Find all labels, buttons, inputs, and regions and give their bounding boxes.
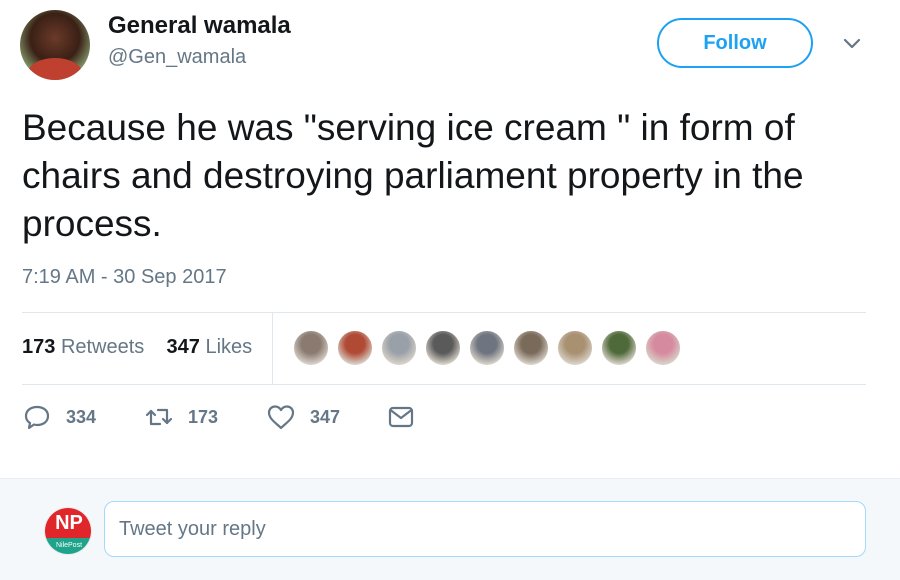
retweet-count: 173 xyxy=(188,406,219,427)
reply-input[interactable]: Tweet your reply xyxy=(104,501,866,557)
retweet-action[interactable]: 173 xyxy=(144,402,218,432)
retweets-label: Retweets xyxy=(60,336,145,358)
engagement-stats[interactable]: 173 Retweets 347 Likes xyxy=(22,336,252,359)
np-logo-subtext: NilePost xyxy=(45,538,91,554)
reply-placeholder: Tweet your reply xyxy=(119,517,266,540)
reply-icon xyxy=(24,405,50,430)
liker-avatar[interactable] xyxy=(600,329,638,367)
liker-avatar[interactable] xyxy=(336,329,374,367)
author-avatar[interactable] xyxy=(20,10,90,80)
likes-label: Likes xyxy=(205,336,253,358)
reply-action[interactable]: 334 xyxy=(22,402,96,432)
tweet-timestamp[interactable]: 7:19 AM - 30 Sep 2017 xyxy=(22,266,227,289)
np-logo-text: NP xyxy=(45,508,91,538)
author-handle[interactable]: @Gen_wamala xyxy=(108,46,246,69)
author-name[interactable]: General wamala xyxy=(108,12,291,40)
user-avatar[interactable]: NP NilePost xyxy=(44,507,92,555)
retweets-count: 173 xyxy=(22,336,56,358)
envelope-icon xyxy=(388,406,414,428)
chevron-down-icon[interactable] xyxy=(838,30,866,58)
heart-icon xyxy=(267,405,295,430)
liker-avatar[interactable] xyxy=(292,329,330,367)
liker-avatar[interactable] xyxy=(468,329,506,367)
divider-vertical xyxy=(272,313,273,384)
liker-avatar[interactable] xyxy=(380,329,418,367)
direct-message-action[interactable] xyxy=(386,402,430,432)
divider xyxy=(22,384,866,385)
liker-avatar[interactable] xyxy=(556,329,594,367)
avatar-shirt xyxy=(28,58,82,80)
follow-button[interactable]: Follow xyxy=(657,18,813,68)
like-count: 347 xyxy=(310,406,341,427)
like-action[interactable]: 347 xyxy=(266,402,340,432)
liker-avatar[interactable] xyxy=(512,329,550,367)
divider xyxy=(22,312,866,313)
liker-avatar[interactable] xyxy=(424,329,462,367)
retweet-icon xyxy=(145,408,173,426)
reply-count: 334 xyxy=(66,406,97,427)
tweet-text: Because he was "serving ice cream " in f… xyxy=(22,107,804,244)
likes-count: 347 xyxy=(166,336,200,358)
reply-bar: NP NilePost Tweet your reply xyxy=(0,478,900,580)
liker-avatar[interactable] xyxy=(644,329,682,367)
